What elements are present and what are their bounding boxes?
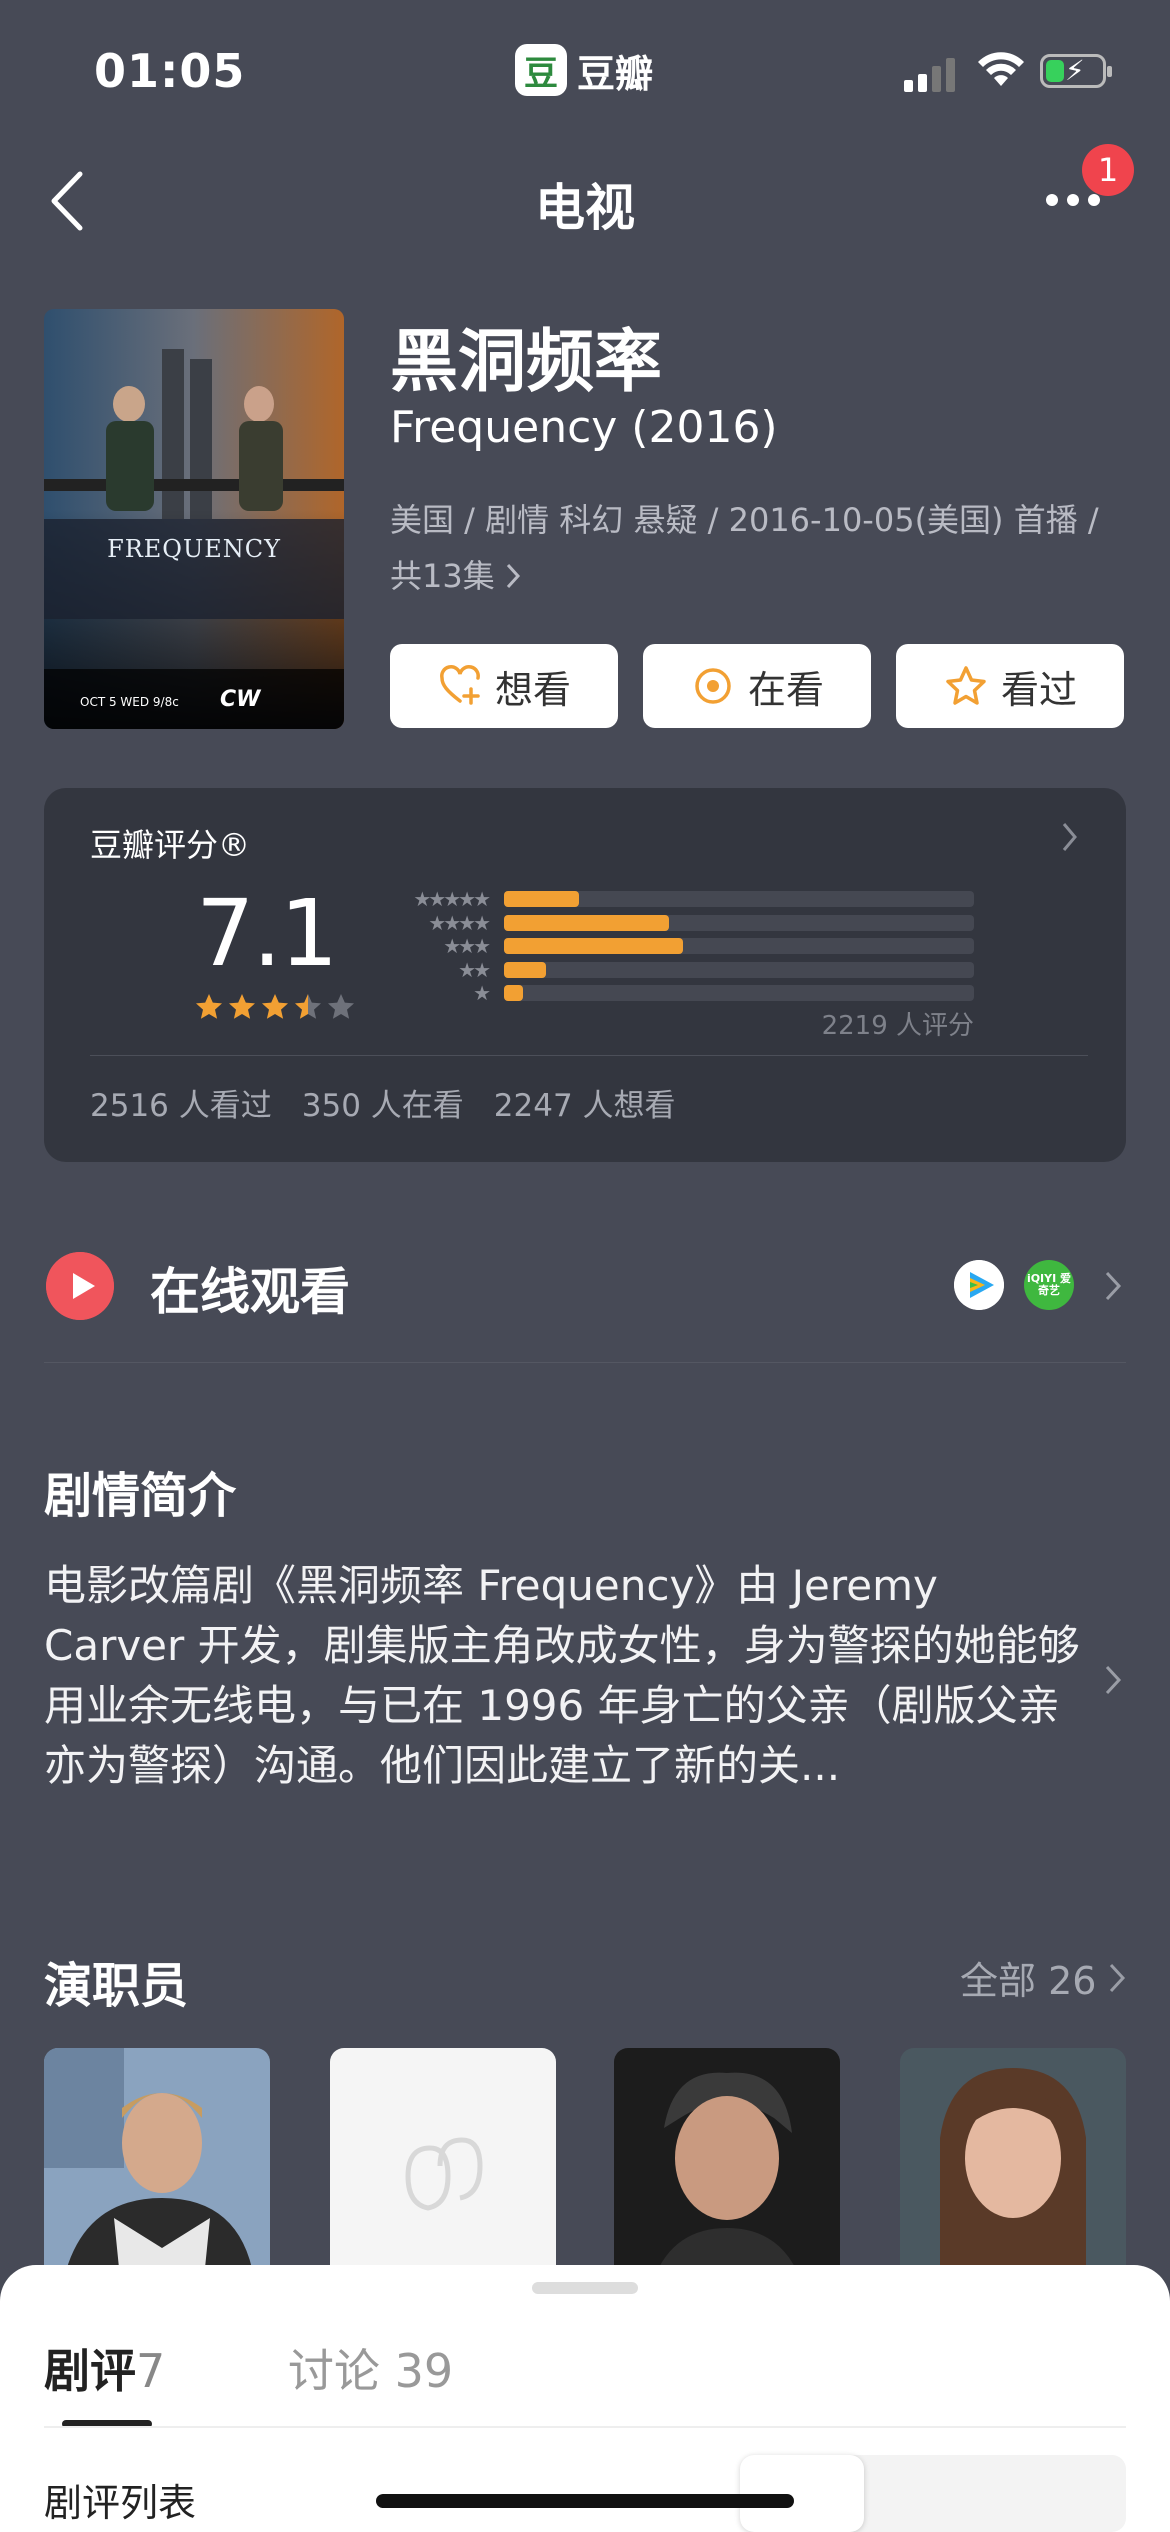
distribution-star-label: ★ [473,981,491,1005]
sort-segmented-control[interactable] [740,2455,1126,2532]
notification-badge: 1 [1082,144,1134,196]
douban-logo-icon: 豆 [515,44,567,96]
show-title-en: Frequency (2016) [390,402,778,453]
rating-star-icon [196,994,222,1019]
cast-all-link[interactable]: 全部 26 [960,1950,1126,2005]
show-meta-line: 美国 / 剧情 科幻 悬疑 / 2016-10-05(美国) 首播 / [390,501,1099,539]
rating-stars [194,992,356,1022]
distribution-star-label: ★★ [458,957,491,982]
app-name: 豆瓣 [577,51,654,96]
want-count: 2247 人想看 [493,1088,676,1124]
rating-score: 7.1 [196,880,338,987]
app-indicator: 豆 豆瓣 [515,42,653,98]
distribution-bar [504,985,974,1001]
signal-icon [904,56,955,92]
poster-image[interactable]: FREQUENCY OCT 5 WED 9/8c CW [44,309,344,729]
distribution-bar [504,961,974,978]
rating-star-icon [262,994,288,1019]
page-title: 电视 [535,179,635,237]
cast-all-label: 全部 26 [960,1959,1097,2003]
poster-air-date: OCT 5 WED 9/8c [80,695,179,709]
distribution-star-label: ★★★ [443,934,491,958]
divider [90,1055,1088,1056]
distribution-bar-fill [504,891,580,907]
tab-discussions[interactable]: 讨论 39 [288,2335,453,2401]
theater-masks-icon [405,2137,483,2211]
distribution-bar-fill [504,914,669,931]
distribution-bar [504,914,974,931]
distribution-bar-fill [504,938,683,954]
distribution-star-label: ★★★★ [428,910,491,935]
chevron-right-icon [506,563,520,589]
synopsis-text[interactable]: 电影改篇剧《黑洞频率 Frequency》由 Jeremy Carver 开发，… [44,1556,1084,1796]
divider [44,2426,1126,2428]
target-icon [695,668,731,704]
review-list-label: 剧评列表 [44,2481,197,2525]
rating-star-icon [295,994,321,1019]
watching-label: 在看 [747,667,824,712]
tab-discussions-label: 讨论 [288,2344,380,2398]
distribution-bar [504,891,974,907]
watching-count: 350 人在看 [301,1088,464,1124]
heart-plus-icon [440,665,480,705]
cast-photo-placeholder[interactable] [330,2048,556,2278]
cast-title: 演职员 [44,1958,189,2014]
cast-photo[interactable] [614,2048,840,2278]
home-indicator[interactable] [376,2494,794,2508]
rating-star-icon [328,994,354,1019]
cw-logo-icon: CW [220,687,261,712]
tab-reviews-label: 剧评 [44,2344,136,2398]
watching-button[interactable]: 在看 [643,644,871,728]
chevron-right-icon[interactable] [1104,1664,1122,1696]
rating-stats: 2516 人看过 350 人在看 2247 人想看 [90,1080,676,1125]
wifi-icon [978,52,1024,86]
distribution-bar [504,938,974,954]
want-label: 想看 [494,667,571,712]
show-title-cn: 黑洞频率 [390,323,663,402]
synopsis-title: 剧情简介 [44,1468,237,1524]
tab-reviews[interactable]: 剧评7 [44,2335,165,2401]
distribution-bar-fill [504,985,523,1001]
divider [44,1362,1126,1363]
rating-count: 2219 人评分 [821,1011,974,1041]
watched-count: 2516 人看过 [90,1088,272,1124]
online-watch-label[interactable]: 在线观看 [150,1252,350,1324]
want-to-watch-button[interactable]: 想看 [390,644,618,728]
sheet-grab-handle[interactable] [532,2282,638,2294]
tencent-video-icon[interactable] [954,1260,1004,1310]
chevron-right-icon[interactable] [1104,1270,1122,1302]
battery-icon: ⚡ [1040,54,1112,88]
chevron-right-icon [1062,823,1077,851]
cast-photo[interactable] [900,2048,1126,2278]
episodes-count: 共13集 [390,557,495,595]
rating-distribution-stars: ★★★★★ ★★★★ ★★★ ★★ ★ [384,887,491,1006]
watched-button[interactable]: 看过 [896,644,1124,728]
cast-photo[interactable] [44,2048,270,2278]
poster-title: FREQUENCY [107,535,281,563]
rating-distribution-bars [504,891,974,1009]
chevron-right-icon [1110,1963,1126,1992]
iqiyi-icon[interactable]: iQIYI 爱奇艺 [1024,1260,1074,1310]
status-time: 01:05 [94,44,246,98]
star-outline-icon [946,666,986,705]
distribution-bar-fill [504,961,547,978]
watched-label: 看过 [1000,667,1077,712]
play-icon [46,1252,114,1320]
distribution-star-label: ★★★★★ [413,887,491,911]
show-meta[interactable]: 美国 / 剧情 科幻 悬疑 / 2016-10-05(美国) 首播 / 共13集 [390,492,1130,604]
tab-reviews-count: 7 [136,2344,166,2398]
rating-label: 豆瓣评分® [90,826,251,864]
rating-star-icon [229,994,255,1019]
tab-discussions-count: 39 [394,2344,454,2398]
